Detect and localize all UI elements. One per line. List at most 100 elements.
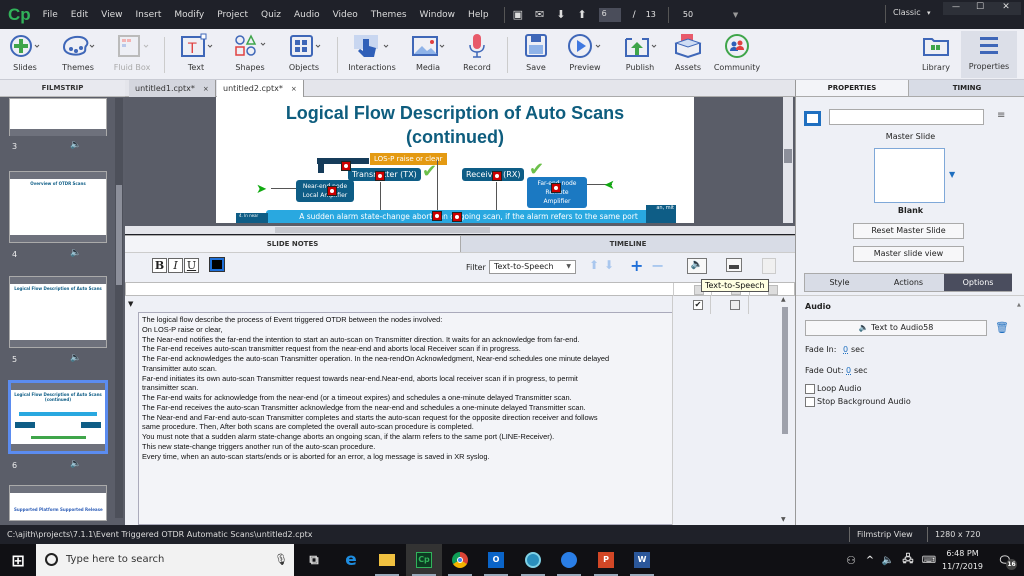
media-button[interactable]: Media <box>400 32 456 78</box>
slide-title[interactable]: Logical Flow Description of Auto Scans (… <box>216 101 694 149</box>
themes-button[interactable]: Themes <box>50 32 106 78</box>
filter-select[interactable]: Text-to-Speech ▼ <box>489 260 576 274</box>
collapse-toggle-icon[interactable]: ▼ <box>128 300 133 308</box>
audio-icon[interactable]: 🔈 <box>70 248 81 258</box>
scroll-thumb[interactable] <box>782 307 788 434</box>
clock[interactable]: 6:48 PM 11/7/2019 <box>940 547 985 573</box>
slide-name-input[interactable] <box>829 109 984 125</box>
maximize-button[interactable]: ☐ <box>969 2 991 15</box>
taskbar-search-box[interactable]: Type here to search 🎙 <box>36 544 294 576</box>
tab-timeline[interactable]: TIMELINE <box>460 236 795 252</box>
slides-button[interactable]: Slides <box>0 32 53 78</box>
text-color-button[interactable] <box>209 257 225 272</box>
closed-caption-button[interactable] <box>726 258 742 272</box>
action-center-icon[interactable]: 🗨 16 <box>990 544 1020 576</box>
task-view-icon[interactable]: ⧉ <box>296 544 332 576</box>
select-all-checkbox[interactable] <box>768 285 778 295</box>
step-box-left[interactable]: 4. In near <box>236 213 268 223</box>
preview-device-icon[interactable]: ▣ <box>513 8 523 21</box>
audio-icon[interactable]: 🔈 <box>70 353 81 363</box>
next-slide-arrow-icon[interactable]: ⬇ <box>556 8 565 21</box>
close-button[interactable]: ✕ <box>991 2 1021 15</box>
menu-view[interactable]: View <box>101 10 122 20</box>
keyboard-icon[interactable]: ⌨ <box>918 544 940 576</box>
minimize-button[interactable]: — <box>943 2 969 15</box>
subtab-actions[interactable]: Actions <box>874 274 943 291</box>
move-down-icon[interactable]: ⬇ <box>604 258 614 272</box>
notes-settings-button[interactable] <box>762 258 776 274</box>
underline-button[interactable]: U <box>184 258 199 273</box>
delete-audio-icon[interactable]: 🗑 <box>995 321 1009 334</box>
fluid-box-button[interactable]: Fluid Box <box>104 32 160 78</box>
tab-untitled1[interactable]: untitled1.cptx* × <box>129 80 216 97</box>
master-slide-view-button[interactable]: Master slide view <box>853 246 964 262</box>
selection-handle[interactable] <box>341 161 351 171</box>
outlook-icon[interactable]: O <box>478 544 514 576</box>
edge-icon[interactable]: e <box>333 544 369 576</box>
shapes-button[interactable]: Shapes <box>222 32 278 78</box>
step-box-right[interactable]: an, mit <box>646 205 676 223</box>
text-button[interactable]: T Text <box>168 32 224 78</box>
menu-audio[interactable]: Audio <box>294 10 320 20</box>
menu-window[interactable]: Window <box>420 10 456 20</box>
filmstrip-slide-5[interactable]: Logical Flow Description of Auto Scans <box>9 276 107 348</box>
panel-scroll-up-icon[interactable]: ▲ <box>1017 302 1021 308</box>
near-end-node[interactable]: Near-end node Local Amplifier <box>296 180 354 202</box>
subtab-style[interactable]: Style <box>805 274 874 291</box>
move-up-icon[interactable]: ⬆ <box>589 258 599 272</box>
audio-icon[interactable]: 🔈 <box>70 140 81 150</box>
preview-button[interactable]: Preview <box>557 32 613 78</box>
arrow-shape[interactable] <box>318 158 324 173</box>
zoom-select[interactable]: 50 <box>683 10 723 19</box>
reset-master-slide-button[interactable]: Reset Master Slide <box>853 223 964 239</box>
filmstrip-slide-7[interactable]: Supported Platform Supported Release <box>9 485 107 521</box>
filmstrip-slide-6[interactable]: Logical Flow Description of Auto Scans (… <box>8 380 108 454</box>
messenger-icon[interactable] <box>551 544 587 576</box>
tab-timing[interactable]: TIMING <box>908 80 1024 97</box>
selection-handle[interactable] <box>432 211 442 221</box>
subtab-options[interactable]: Options <box>944 274 1012 291</box>
notes-scrollbar[interactable]: ▲ ▼ <box>781 296 791 525</box>
menu-project[interactable]: Project <box>217 10 248 20</box>
menu-help[interactable]: Help <box>468 10 489 20</box>
captivate-taskbar-icon[interactable]: Cp <box>406 544 442 576</box>
selection-handle[interactable] <box>375 171 385 181</box>
library-button[interactable]: Library <box>908 32 964 78</box>
fade-in-value[interactable]: 0 <box>843 345 848 354</box>
show-hidden-icons[interactable]: ^ <box>860 544 880 576</box>
email-icon[interactable]: ✉ <box>535 8 544 21</box>
stage-vertical-scrollbar[interactable] <box>783 97 793 223</box>
remove-note-icon[interactable]: − <box>651 256 664 275</box>
properties-button[interactable]: Properties <box>961 31 1017 78</box>
filmstrip-scroll-thumb[interactable] <box>116 185 122 285</box>
save-button[interactable]: Save <box>508 32 564 78</box>
alert-banner[interactable]: A sudden alarm state-change aborts an on… <box>266 210 671 223</box>
menu-video[interactable]: Video <box>333 10 358 20</box>
interactions-button[interactable]: Interactions <box>344 32 400 78</box>
menu-edit[interactable]: Edit <box>71 10 88 20</box>
menu-insert[interactable]: Insert <box>136 10 162 20</box>
scroll-thumb[interactable] <box>275 227 490 233</box>
filmstrip-scrollbar[interactable] <box>115 98 123 518</box>
close-tab-icon[interactable]: × <box>291 85 297 93</box>
stop-background-audio-checkbox[interactable] <box>805 397 815 407</box>
audio-icon[interactable]: 🔈 <box>70 459 81 469</box>
list-menu-icon[interactable]: ≡ <box>997 110 1005 121</box>
audio-button[interactable]: 🔈 Text to Audio58 <box>805 320 987 336</box>
prev-slide-arrow-icon[interactable]: ⬆ <box>577 8 586 21</box>
text-to-speech-button[interactable]: 🔈 <box>687 258 707 274</box>
assets-button[interactable]: Assets <box>660 32 716 78</box>
selection-handle[interactable] <box>492 171 502 181</box>
selection-handle[interactable] <box>452 212 462 222</box>
menu-themes[interactable]: Themes <box>371 10 407 20</box>
windows-start-icon[interactable]: ⊞ <box>0 544 36 576</box>
bold-button[interactable]: B <box>152 258 167 273</box>
note-text-area[interactable]: The logical flow describe the process of… <box>138 312 673 525</box>
microphone-icon[interactable]: 🎙 <box>274 544 288 576</box>
network-icon[interactable]: 🖧 <box>898 544 918 576</box>
workspace-select[interactable]: Classic <box>893 8 921 17</box>
selection-handle[interactable] <box>551 183 561 193</box>
record-button[interactable]: Record <box>449 32 505 78</box>
tab-slide-notes[interactable]: SLIDE NOTES <box>125 236 460 252</box>
add-note-icon[interactable]: + <box>630 256 643 275</box>
